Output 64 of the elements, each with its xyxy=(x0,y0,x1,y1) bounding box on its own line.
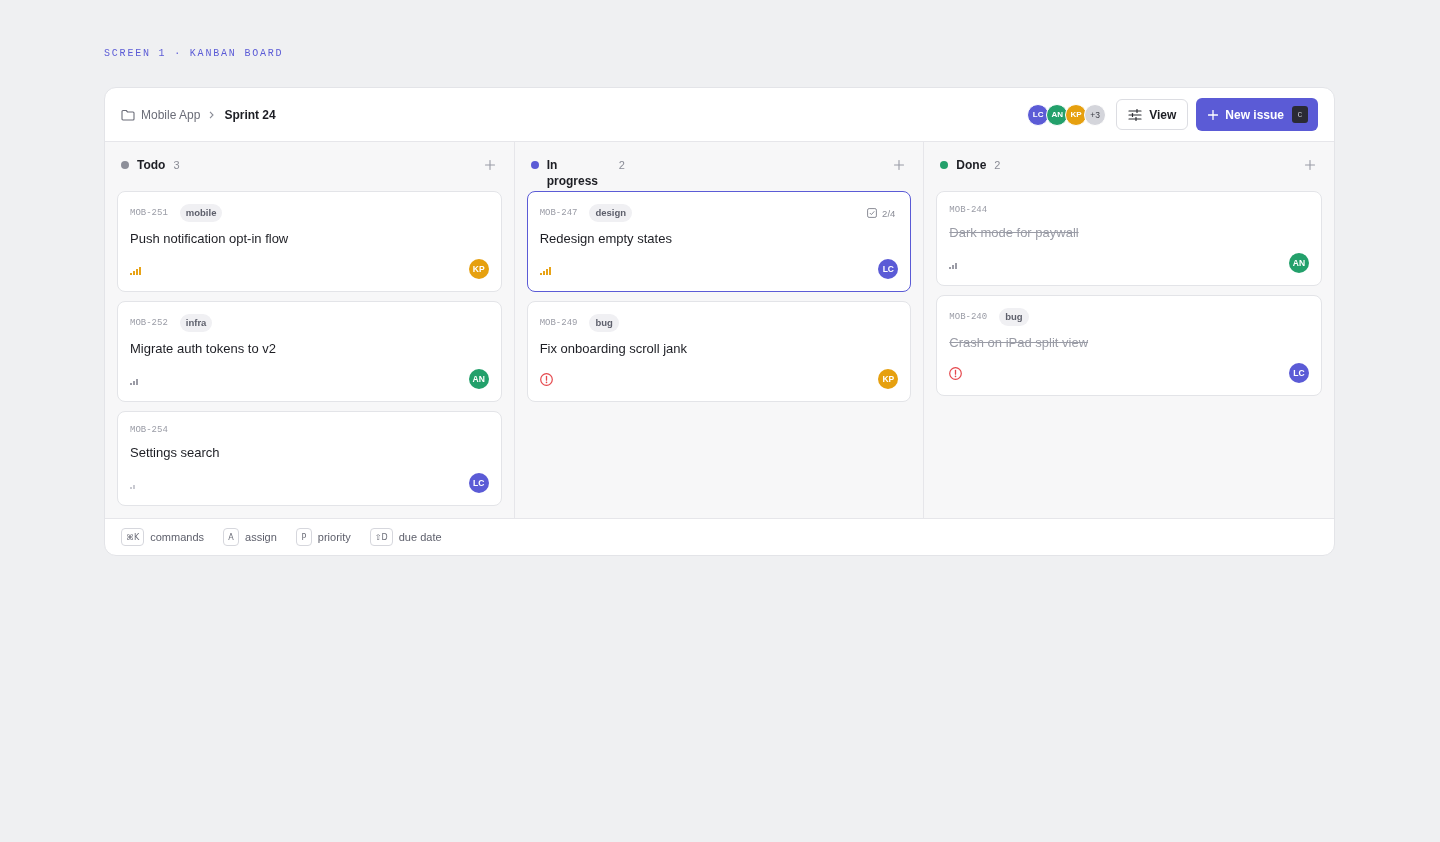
checkbox-icon xyxy=(867,208,878,218)
assignee-avatar[interactable]: AN xyxy=(468,369,489,389)
plus-icon xyxy=(1305,160,1315,170)
column-count: 2 xyxy=(618,158,625,173)
assignee-avatar[interactable]: LC xyxy=(878,259,899,279)
issue-title: Redesign empty states xyxy=(539,230,673,248)
assignee-avatar[interactable]: LC xyxy=(468,473,489,493)
shortcut-key: C xyxy=(1292,106,1308,123)
issue-tag: infra xyxy=(179,314,213,332)
column-title: Done xyxy=(956,157,987,173)
issue-tag: mobile xyxy=(179,204,223,222)
new-issue-button[interactable]: New issue C xyxy=(1196,98,1318,131)
shortcut-key: A xyxy=(223,528,240,546)
shortcut-label: assign xyxy=(245,531,277,543)
plus-icon xyxy=(1208,109,1219,120)
shortcut-label: commands xyxy=(150,531,205,543)
issue-card[interactable]: MOB-240 bug Crash on iPad split view LC xyxy=(936,295,1322,396)
issue-id: MOB-252 xyxy=(130,317,168,329)
shortcut-label: due date xyxy=(398,531,442,543)
shortcut-key: P xyxy=(295,528,312,546)
issue-title: Crash on iPad split view xyxy=(949,334,1090,352)
member-avatar[interactable]: AN xyxy=(1046,103,1069,126)
assignee-avatar[interactable]: LC xyxy=(1289,363,1309,383)
assignee-avatar[interactable]: AN xyxy=(1289,253,1309,273)
issue-card[interactable]: MOB-251 mobile Push notification opt-in flow KP xyxy=(117,191,502,292)
issue-title: Migrate auth tokens to v2 xyxy=(130,340,277,358)
folder-icon xyxy=(121,108,135,121)
chevron-right-icon xyxy=(209,110,215,119)
issue-tag: bug xyxy=(999,308,1029,326)
issue-card[interactable]: MOB-247 design 2/4 Redesign empty states LC xyxy=(526,191,912,292)
issue-title: Dark mode for paywall xyxy=(949,224,1080,242)
add-card-button[interactable] xyxy=(1302,157,1318,173)
issue-id: MOB-251 xyxy=(130,207,168,219)
breadcrumb-link[interactable]: Mobile App xyxy=(141,107,201,122)
issue-title: Push notification opt-in flow xyxy=(130,230,290,248)
column-count: 2 xyxy=(994,158,1001,173)
sliders-icon xyxy=(1128,108,1143,121)
breadcrumb-current: Sprint 24 xyxy=(224,107,276,122)
more-members-badge[interactable]: +3 xyxy=(1084,103,1107,126)
issue-card[interactable]: MOB-254 Settings search LC xyxy=(117,411,502,506)
issue-title: Fix onboarding scroll jank xyxy=(539,340,689,358)
issue-card[interactable]: MOB-244 Dark mode for paywall AN xyxy=(936,191,1322,286)
issue-id: MOB-247 xyxy=(539,207,578,219)
plus-icon xyxy=(894,160,905,170)
shortcut-key: ⌘K xyxy=(121,528,145,546)
issue-tag: bug xyxy=(589,314,619,332)
column-count: 3 xyxy=(173,158,180,173)
view-button[interactable]: View xyxy=(1116,99,1189,130)
issue-title: Settings search xyxy=(130,444,221,462)
shortcut-label: priority xyxy=(317,531,351,543)
member-avatar[interactable]: LC xyxy=(1027,103,1050,126)
column-title: In progress xyxy=(546,157,599,189)
issue-id: MOB-254 xyxy=(130,424,168,436)
shortcut-key: ⇧D xyxy=(369,528,393,546)
screen-caption: SCREEN 1 · KANBAN BOARD xyxy=(104,48,284,60)
issue-card[interactable]: MOB-252 infra Migrate auth tokens to v2 AN xyxy=(117,301,502,402)
issue-card[interactable]: MOB-249 bug Fix onboarding scroll jank KP xyxy=(526,301,912,402)
issue-id: MOB-244 xyxy=(949,204,988,216)
checklist-progress: 2/4 xyxy=(882,207,896,219)
issue-tag: design xyxy=(589,204,633,222)
issue-id: MOB-249 xyxy=(539,317,578,329)
issue-id: MOB-240 xyxy=(949,311,988,323)
plus-icon xyxy=(484,160,495,170)
column-title: Todo xyxy=(137,157,166,173)
